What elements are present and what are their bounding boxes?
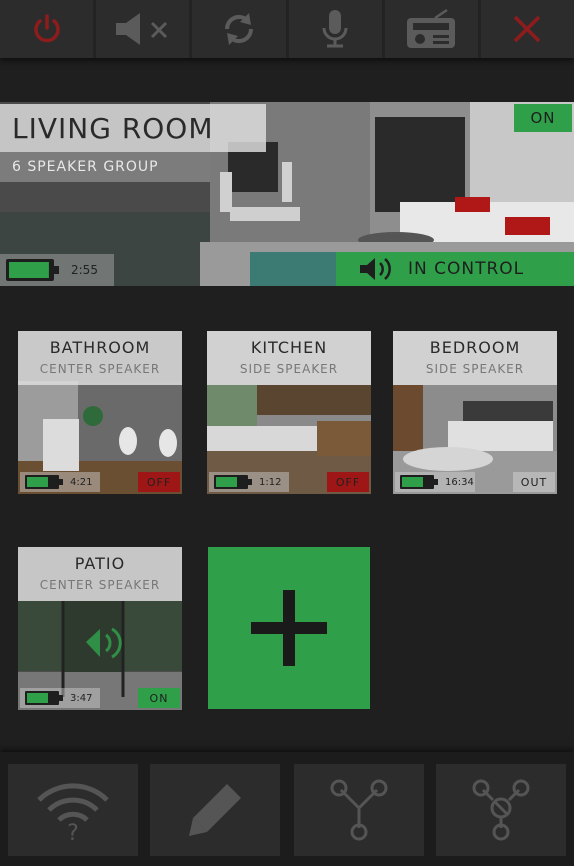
in-control-label: IN CONTROL	[408, 259, 525, 279]
battery-icon	[400, 475, 438, 489]
room-battery-time: 4:21	[70, 476, 93, 488]
main-room-card[interactable]: LIVING ROOM 6 SPEAKER GROUP ON 2:55 IN C…	[0, 102, 574, 286]
room-battery: 16:34	[395, 472, 475, 492]
tile-header: PATIO CENTER SPEAKER	[18, 547, 182, 601]
mute-button[interactable]	[96, 0, 190, 58]
main-room-status-badge[interactable]: ON	[514, 104, 572, 132]
microphone-icon	[322, 10, 348, 48]
speaker-type: SIDE SPEAKER	[425, 362, 525, 376]
radio-icon	[407, 8, 456, 48]
wifi-help-button[interactable]: ?	[8, 764, 138, 856]
power-button[interactable]	[0, 0, 94, 58]
wifi-question-icon: ?	[37, 783, 109, 842]
battery-icon	[25, 475, 63, 489]
edit-button[interactable]	[150, 764, 280, 856]
refresh-button[interactable]	[192, 0, 286, 58]
main-room-battery-time: 2:55	[71, 263, 98, 277]
main-room-subtitle: 6 SPEAKER GROUP	[12, 159, 159, 175]
main-room-subtitle-box: 6 SPEAKER GROUP	[0, 152, 210, 182]
room-battery: 3:47	[20, 688, 100, 708]
svg-text:?: ?	[67, 821, 79, 842]
tile-header: BEDROOM SIDE SPEAKER	[393, 331, 557, 385]
battery-icon	[25, 691, 63, 705]
speaker-type: CENTER SPEAKER	[39, 578, 161, 592]
group-network-icon	[330, 779, 388, 841]
in-control-button[interactable]: IN CONTROL	[336, 252, 574, 286]
room-name: PATIO	[74, 554, 126, 573]
power-icon	[33, 14, 60, 43]
close-button[interactable]	[480, 0, 574, 58]
top-toolbar	[0, 0, 574, 58]
microphone-button[interactable]	[288, 0, 382, 58]
battery-icon	[6, 259, 59, 281]
room-battery-time: 3:47	[70, 692, 93, 704]
bottom-toolbar: ?	[0, 752, 574, 866]
room-status-badge[interactable]: OFF	[327, 472, 369, 492]
speaker-type: CENTER SPEAKER	[39, 362, 161, 376]
room-name: BEDROOM	[429, 338, 521, 357]
room-tile-bathroom[interactable]: BATHROOM CENTER SPEAKER 4:21 OFF	[18, 331, 182, 494]
room-battery-time: 1:12	[259, 476, 282, 488]
refresh-icon	[224, 13, 253, 45]
room-tile-bedroom[interactable]: BEDROOM SIDE SPEAKER 16:34 OUT	[393, 331, 557, 494]
main-room-title: LIVING ROOM	[12, 112, 214, 145]
room-status-badge[interactable]: OFF	[138, 472, 180, 492]
room-tile-kitchen[interactable]: KITCHEN SIDE SPEAKER 1:12 OFF	[207, 331, 371, 494]
battery-icon	[214, 475, 252, 489]
ungroup-network-icon	[472, 779, 530, 841]
speaker-mute-icon	[115, 13, 167, 45]
plus-icon	[251, 590, 327, 666]
add-room-button[interactable]	[208, 547, 370, 709]
room-tile-patio[interactable]: PATIO CENTER SPEAKER 3:47 ON	[18, 547, 182, 710]
room-status-badge[interactable]: OUT	[513, 472, 555, 492]
room-battery-time: 16:34	[445, 476, 474, 488]
main-room-title-box: LIVING ROOM	[0, 104, 266, 152]
room-battery: 1:12	[209, 472, 289, 492]
ungroup-button[interactable]	[436, 764, 566, 856]
main-room-battery: 2:55	[0, 254, 114, 286]
radio-button[interactable]	[384, 0, 478, 58]
room-name: BATHROOM	[49, 338, 151, 357]
speaker-type: SIDE SPEAKER	[239, 362, 339, 376]
close-icon	[514, 15, 541, 43]
room-status-badge[interactable]: ON	[138, 688, 180, 708]
room-name: KITCHEN	[250, 338, 328, 357]
room-battery: 4:21	[20, 472, 100, 492]
speaker-volume-icon	[360, 258, 391, 280]
pencil-icon	[189, 784, 241, 836]
group-button[interactable]	[294, 764, 424, 856]
tile-header: KITCHEN SIDE SPEAKER	[207, 331, 371, 385]
tile-header: BATHROOM CENTER SPEAKER	[18, 331, 182, 385]
